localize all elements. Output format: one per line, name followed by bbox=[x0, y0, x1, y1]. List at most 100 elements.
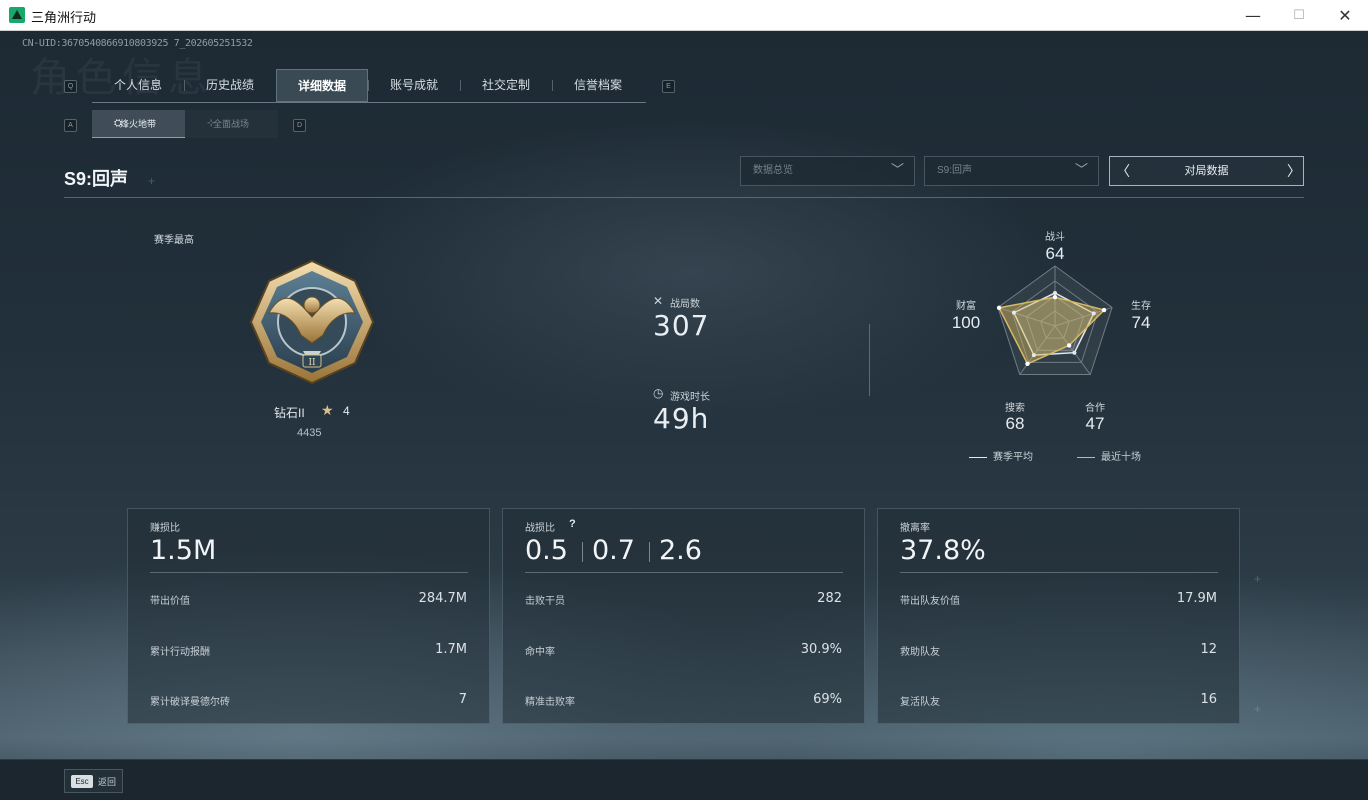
tab-social-custom[interactable]: 社交定制 bbox=[460, 69, 552, 102]
medal-tier-numeral: II bbox=[308, 358, 316, 368]
row-value: 282 bbox=[817, 591, 842, 606]
card-divider bbox=[900, 572, 1218, 573]
maximize-button[interactable]: ☐ bbox=[1276, 0, 1322, 31]
row-label: 带出队友价值 bbox=[900, 596, 960, 607]
row-label: 命中率 bbox=[525, 647, 555, 658]
tab-detailed-data[interactable]: 详细数据 bbox=[276, 69, 368, 102]
row-label: 精准击败率 bbox=[525, 697, 575, 708]
match-data-pager: 对局数据 〈 〉 bbox=[1109, 156, 1304, 186]
legend-line-icon bbox=[969, 456, 987, 458]
header-divider bbox=[64, 197, 1304, 198]
ratio-separator bbox=[582, 542, 583, 562]
legend-avg-label: 赛季平均 bbox=[993, 452, 1033, 463]
decor-cross-icon: + bbox=[1254, 572, 1262, 586]
main-tab-bar: 个人信息 历史战绩 详细数据 账号成就 社交定制 信誉档案 bbox=[92, 69, 646, 103]
crossed-swords-icon: ✕ bbox=[653, 294, 664, 308]
radar-point-season-average bbox=[1011, 310, 1016, 315]
tab-achievements[interactable]: 账号成就 bbox=[368, 69, 460, 102]
radar-axis-label: 生存 bbox=[1131, 301, 1151, 312]
legend-recent-ten: 最近十场 bbox=[1077, 448, 1141, 463]
radar-axis-label: 战斗 bbox=[1045, 232, 1065, 243]
playtime-value: 49h bbox=[653, 402, 710, 435]
season-title: S9:回声 bbox=[64, 169, 129, 189]
radar-point-recent-ten bbox=[1101, 307, 1107, 313]
prev-subtab-key-hint[interactable]: A bbox=[64, 119, 77, 132]
row-value: 1.7M bbox=[435, 642, 467, 657]
diamond-rank-medal-icon: II bbox=[249, 259, 375, 385]
profit-label: 赚损比 bbox=[150, 523, 180, 534]
radar-point-season-average bbox=[1091, 311, 1096, 316]
close-button[interactable]: ✕ bbox=[1322, 0, 1368, 31]
ratio-value: 2.6 bbox=[659, 535, 702, 566]
row-label: 击败干员 bbox=[525, 596, 565, 607]
chevron-down-icon: ﹀ bbox=[1074, 162, 1088, 177]
row-value: 30.9% bbox=[800, 642, 842, 657]
help-question-icon[interactable]: ? bbox=[569, 518, 576, 530]
chevron-right-icon[interactable]: 〉 bbox=[1287, 157, 1301, 185]
row-value: 7 bbox=[458, 692, 467, 707]
battlefield-mode-icon: ⊹ bbox=[207, 118, 216, 129]
radar-point-season-average bbox=[1072, 350, 1077, 355]
tab-profile[interactable]: 个人信息 bbox=[92, 69, 184, 102]
row-value: 284.7M bbox=[418, 591, 467, 606]
row-label: 复活队友 bbox=[900, 697, 940, 708]
ratio-separator bbox=[649, 542, 650, 562]
row-value: 69% bbox=[813, 692, 842, 707]
ability-radar-chart: 战斗 64 生存 74 合作 47 搜索 68 财富 100 bbox=[940, 221, 1170, 433]
radar-point-season-average bbox=[1031, 353, 1036, 358]
esc-key-badge: Esc bbox=[71, 775, 93, 788]
matches-value: 307 bbox=[653, 309, 710, 342]
ratio-value: 0.7 bbox=[592, 535, 635, 566]
season-best-heading: 赛季最高 bbox=[154, 235, 194, 246]
combat-card: 战损比 ? 0.5 0.7 2.6 击败干员 282 命中率 30.9% 精准击… bbox=[502, 508, 865, 724]
chevron-left-icon[interactable]: 〈 bbox=[1116, 157, 1130, 185]
decor-cross-icon: + bbox=[1254, 702, 1262, 716]
radar-axis-value: 64 bbox=[1045, 244, 1065, 263]
dropdown-season-value: S9:回声 bbox=[937, 165, 973, 176]
star-icon: ★ bbox=[321, 402, 334, 418]
row-label: 累计行动报酬 bbox=[150, 647, 210, 658]
subtab-full-battlefield[interactable]: ⊹ 全面战场 bbox=[185, 110, 278, 138]
decor-cross-icon: + bbox=[148, 174, 156, 188]
prev-tab-key-hint[interactable]: Q bbox=[64, 80, 77, 93]
row-label: 救助队友 bbox=[900, 647, 940, 658]
player-uid: CN-UID:3670540866910803925 7_20260525153… bbox=[22, 38, 253, 49]
radar-axis-label: 财富 bbox=[956, 301, 976, 312]
row-value: 17.9M bbox=[1176, 591, 1217, 606]
season-dropdown[interactable]: S9:回声 ﹀ bbox=[924, 156, 1099, 186]
tab-match-history[interactable]: 历史战绩 bbox=[184, 69, 276, 102]
radar-point-recent-ten bbox=[996, 305, 1002, 311]
rank-star-count: 4 bbox=[343, 404, 350, 418]
matches-label: 战局数 bbox=[670, 299, 700, 310]
subtab-battlefield-label: 全面战场 bbox=[213, 119, 250, 129]
chevron-down-icon: ﹀ bbox=[890, 162, 904, 177]
radar-axis-label: 搜索 bbox=[1005, 403, 1025, 414]
subtab-extraction-zone[interactable]: ⛭ 烽火地带 bbox=[92, 110, 185, 138]
radar-point-recent-ten bbox=[1066, 343, 1072, 348]
window-title: 三角洲行动 bbox=[31, 10, 97, 25]
back-label: 返回 bbox=[98, 777, 117, 787]
next-tab-key-hint[interactable]: E bbox=[662, 80, 675, 93]
row-value: 16 bbox=[1200, 692, 1217, 707]
legend-line-icon bbox=[1077, 456, 1095, 458]
tab-reputation[interactable]: 信誉档案 bbox=[552, 69, 644, 102]
game-viewport: 角色信息 CN-UID:3670540866910803925 7_202605… bbox=[0, 31, 1368, 800]
playtime-label: 游戏时长 bbox=[670, 392, 710, 403]
rank-name: 钻石II bbox=[274, 406, 305, 420]
radar-axis-label: 合作 bbox=[1085, 403, 1105, 414]
stats-divider bbox=[869, 324, 870, 396]
dropdown-overview-value: 数据总览 bbox=[753, 165, 793, 176]
next-subtab-key-hint[interactable]: D bbox=[293, 119, 306, 132]
radar-axis-value: 68 bbox=[1005, 414, 1025, 433]
data-overview-dropdown[interactable]: 数据总览 ﹀ bbox=[740, 156, 915, 186]
subtab-extraction-label: 烽火地带 bbox=[120, 119, 157, 129]
radar-axis-value: 47 bbox=[1085, 414, 1105, 433]
radar-axis-value: 74 bbox=[1131, 313, 1151, 332]
back-button[interactable]: Esc 返回 bbox=[64, 769, 123, 793]
footer-bar: Esc 返回 bbox=[0, 759, 1368, 800]
extract-card: 撤离率 37.8% 带出队友价值 17.9M 救助队友 12 复活队友 16 bbox=[877, 508, 1240, 724]
minimize-button[interactable]: — bbox=[1230, 0, 1276, 31]
pager-label: 对局数据 bbox=[1184, 165, 1229, 177]
row-label: 带出价值 bbox=[150, 596, 190, 607]
rank-points: 4435 bbox=[297, 427, 322, 439]
